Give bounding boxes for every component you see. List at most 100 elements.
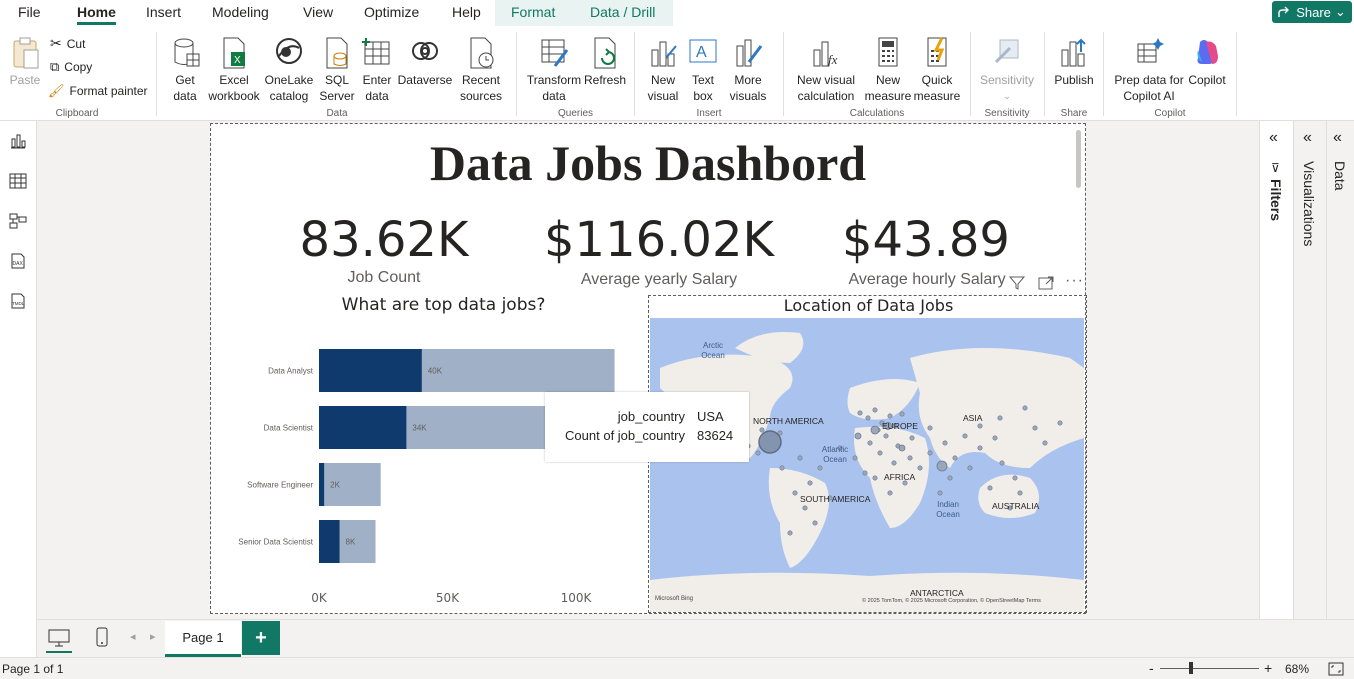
copilot-button[interactable]: Copilot <box>1186 36 1228 88</box>
prep-data-copilot-button[interactable]: Prep data for Copilot AI <box>1112 36 1186 104</box>
map-bubble[interactable] <box>887 413 893 419</box>
next-page-icon[interactable]: ▸ <box>150 630 156 643</box>
map-bubble[interactable] <box>857 410 863 416</box>
zoom-slider[interactable] <box>1160 668 1259 669</box>
map-bubble[interactable] <box>759 427 765 433</box>
map-bubble[interactable] <box>999 460 1005 466</box>
map-bubble[interactable] <box>865 415 871 421</box>
zoom-slider-thumb[interactable] <box>1189 662 1193 674</box>
menu-format[interactable]: Format <box>511 4 555 20</box>
map-bubble[interactable] <box>898 444 906 452</box>
map-bubble[interactable] <box>867 440 873 446</box>
enter-data-button[interactable]: Enter data <box>358 36 396 104</box>
menu-view[interactable]: View <box>303 4 333 20</box>
copy-button[interactable]: ⧉ Copy <box>50 59 92 75</box>
map-bubble[interactable] <box>862 470 868 476</box>
map-bubble[interactable] <box>997 415 1003 421</box>
bar[interactable] <box>319 349 422 392</box>
bar[interactable] <box>319 463 325 506</box>
mobile-layout-icon[interactable] <box>96 627 108 647</box>
map-bubble[interactable] <box>1017 490 1023 496</box>
bar-background[interactable] <box>319 463 381 506</box>
map-bubble[interactable] <box>812 520 818 526</box>
menu-optimize[interactable]: Optimize <box>364 4 419 20</box>
map-bubble[interactable] <box>1032 425 1038 431</box>
get-data-button[interactable]: Get data <box>164 36 206 104</box>
filter-icon[interactable] <box>1009 275 1025 291</box>
quick-measure-button[interactable]: Quick measure <box>913 36 961 104</box>
more-options-icon[interactable]: ··· <box>1065 272 1084 290</box>
menu-file[interactable]: File <box>18 4 41 20</box>
excel-workbook-button[interactable]: X Excel workbook <box>206 36 262 104</box>
more-visuals-button[interactable]: More visuals <box>724 36 772 104</box>
map-bubble[interactable] <box>887 490 893 496</box>
text-box-button[interactable]: A Text box <box>686 36 720 104</box>
map-bubble[interactable] <box>992 435 998 441</box>
map-bubble[interactable] <box>917 465 923 471</box>
zoom-out-button[interactable]: - <box>1149 660 1154 676</box>
desktop-layout-icon[interactable] <box>48 629 70 647</box>
chevron-left-icon[interactable]: « <box>1303 129 1312 147</box>
tmdl-view-icon[interactable]: TMDL <box>9 293 27 309</box>
map-bubble[interactable] <box>967 465 973 471</box>
map-bubble[interactable] <box>792 490 798 496</box>
page-tab-1[interactable]: Page 1 <box>165 621 241 657</box>
menu-help[interactable]: Help <box>452 4 481 20</box>
menu-modeling[interactable]: Modeling <box>212 4 269 20</box>
map-bubble[interactable] <box>883 433 889 439</box>
map-bubble[interactable] <box>909 435 915 441</box>
map-bubble[interactable] <box>927 425 933 431</box>
new-measure-button[interactable]: New measure <box>864 36 912 104</box>
map-bubble[interactable] <box>802 505 808 511</box>
map-bubble[interactable] <box>870 425 880 435</box>
fit-to-page-icon[interactable] <box>1328 662 1344 676</box>
map-bubble[interactable] <box>807 480 813 486</box>
map-bubble[interactable] <box>977 423 983 429</box>
kpi-avg-yearly-salary-value[interactable]: $116.02K <box>529 212 789 268</box>
data-pane[interactable]: « Data <box>1326 121 1354 619</box>
map-bubble[interactable] <box>937 490 943 496</box>
cut-button[interactable]: ✂ Cut <box>50 35 85 52</box>
dashboard-title[interactable]: Data Jobs Dashbord <box>211 134 1085 192</box>
prev-page-icon[interactable]: ◂ <box>130 630 136 643</box>
bar[interactable] <box>319 406 407 449</box>
map-bubble[interactable] <box>927 450 933 456</box>
dataverse-button[interactable]: Dataverse <box>396 36 454 88</box>
map-bubble[interactable] <box>779 465 785 471</box>
refresh-button[interactable]: Refresh <box>583 36 627 88</box>
map-bubble[interactable] <box>936 460 948 472</box>
map-bubble[interactable] <box>1012 475 1018 481</box>
visualizations-pane[interactable]: « Visualizations <box>1293 121 1326 619</box>
map-bubble[interactable] <box>1022 405 1028 411</box>
publish-button[interactable]: Publish <box>1052 36 1096 88</box>
map-bubble[interactable] <box>907 455 913 461</box>
bar[interactable] <box>319 520 340 563</box>
map-bubble[interactable] <box>877 450 883 456</box>
map-bubble[interactable] <box>942 440 948 446</box>
format-painter-button[interactable]: 🖌 Format painter <box>48 83 148 99</box>
map-bubble[interactable] <box>852 455 858 461</box>
chevron-left-icon[interactable]: « <box>1269 129 1278 147</box>
filters-pane[interactable]: « ⊽ Filters <box>1259 121 1293 619</box>
map-bubble-usa[interactable] <box>758 430 782 454</box>
map-bubble[interactable] <box>854 432 862 440</box>
table-view-icon[interactable] <box>9 173 27 189</box>
add-page-button[interactable]: + <box>242 621 280 655</box>
bar-chart[interactable]: Data Analyst 40K Data Scientist 34K Software… <box>211 324 641 614</box>
share-button[interactable]: Share ⌄ <box>1272 1 1352 23</box>
map-visual[interactable]: Arctic Ocean NORTH AMERICA EUROPE ASIA A… <box>650 318 1084 612</box>
map-bubble[interactable] <box>1042 440 1048 446</box>
map-bubble[interactable] <box>962 433 968 439</box>
chevron-left-icon[interactable]: « <box>1333 129 1342 147</box>
focus-mode-icon[interactable] <box>1038 275 1054 291</box>
transform-data-button[interactable]: Transform data <box>526 36 582 104</box>
recent-sources-button[interactable]: Recent sources <box>455 36 507 104</box>
zoom-in-button[interactable]: + <box>1264 660 1272 676</box>
sensitivity-button[interactable]: Sensitivity ⌄ <box>977 36 1037 104</box>
map-bubble[interactable] <box>977 445 983 451</box>
new-visual-calculation-button[interactable]: fx New visual calculation <box>792 36 860 104</box>
map-bubble[interactable] <box>952 455 958 461</box>
map-bubble[interactable] <box>755 450 761 456</box>
report-view-icon[interactable] <box>9 133 27 149</box>
paste-button[interactable]: Paste <box>8 36 42 88</box>
